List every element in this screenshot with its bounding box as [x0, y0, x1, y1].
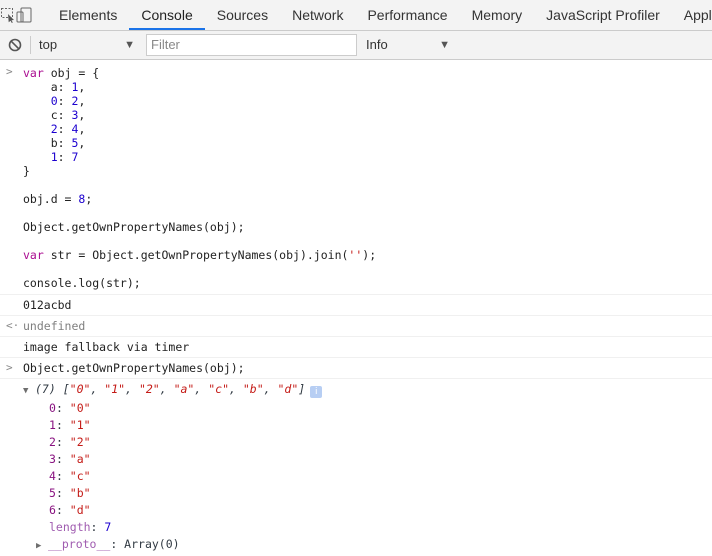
info-icon[interactable]: i — [310, 386, 323, 398]
array-summary[interactable]: ▼ (7) ["0", "1", "2", "a", "c", "b", "d"]… — [23, 382, 712, 398]
entry-value: "d" — [69, 503, 91, 517]
context-selector[interactable]: top ▼ — [35, 34, 135, 56]
console-log-message: image fallback via timer — [0, 337, 712, 358]
code-line: b: 5, — [23, 136, 86, 150]
entry-value: "1" — [69, 418, 91, 432]
code-line: 0: 2, — [50, 94, 86, 108]
array-entry: 3: "a" — [49, 452, 91, 466]
console-log-message: 012acbd — [0, 295, 712, 316]
array-entry: 6: "d" — [49, 503, 91, 517]
array-item: "d" — [277, 382, 299, 396]
entry-key: __proto__ — [48, 537, 111, 551]
tab-sources[interactable]: Sources — [205, 0, 280, 30]
tab-console[interactable]: Console — [129, 0, 205, 30]
entry-value: "2" — [69, 435, 91, 449]
array-item: "b" — [242, 382, 264, 396]
code-line: Object.getOwnPropertyNames(obj); — [23, 361, 245, 375]
device-toolbar-icon[interactable] — [16, 0, 32, 30]
console-messages: > var obj = { a: 1, 0: 2, c: 3, 2: 4, b:… — [0, 60, 712, 556]
entry-key: 0 — [49, 401, 56, 415]
entry-key: 3 — [49, 452, 56, 466]
filter-input[interactable]: Filter — [146, 34, 357, 56]
console-result-message: ▼ (7) ["0", "1", "2", "a", "c", "b", "d"]… — [0, 379, 712, 556]
code-line: console.log(str); — [23, 276, 141, 290]
tab-memory[interactable]: Memory — [460, 0, 535, 30]
entry-key: 1 — [49, 418, 56, 432]
code-line: a: 1, — [23, 80, 86, 94]
code-line: var str = Object.getOwnPropertyNames(obj… — [23, 248, 377, 262]
dropdown-arrow-icon: ▼ — [439, 39, 450, 51]
array-item: "c" — [208, 382, 229, 396]
array-length-label: (7) — [35, 382, 56, 396]
array-entry: 2: "2" — [49, 435, 91, 449]
console-result-message: <· undefined — [0, 316, 712, 337]
array-entries: 0: "0" 1: "1" 2: "2" 3: "a" 4: "c" 5: "b… — [23, 401, 712, 553]
entry-value: Array(0) — [124, 537, 180, 551]
prompt-chevron-icon: > — [6, 65, 13, 78]
devtools-tabbar: Elements Console Sources Network Perform… — [0, 0, 712, 31]
console-input-message: > var obj = { a: 1, 0: 2, c: 3, 2: 4, b:… — [0, 60, 712, 295]
proto-entry[interactable]: ▶ __proto__: Array(0) — [36, 537, 712, 553]
entry-key: 5 — [49, 486, 56, 500]
entry-key: 4 — [49, 469, 56, 483]
code-line: } — [23, 164, 30, 178]
return-value: undefined — [23, 319, 86, 333]
array-item: "1" — [104, 382, 126, 396]
code-line: c: 3, — [23, 108, 86, 122]
entry-key: length — [49, 520, 91, 534]
tab-performance[interactable]: Performance — [355, 0, 459, 30]
tab-application[interactable]: Appl — [672, 0, 712, 30]
log-output: 012acbd — [23, 298, 72, 312]
entry-value: "a" — [69, 452, 91, 466]
array-item: "0" — [69, 382, 91, 396]
inspect-element-icon[interactable] — [0, 0, 16, 30]
log-output: image fallback via timer — [23, 340, 190, 354]
prompt-chevron-icon: > — [6, 361, 13, 374]
array-entry: 0: "0" — [49, 401, 91, 415]
entry-value: "c" — [69, 469, 91, 483]
clear-console-icon[interactable] — [0, 31, 30, 59]
entry-value: 7 — [104, 520, 112, 534]
dropdown-arrow-icon: ▼ — [124, 39, 135, 51]
array-entry: 1: "1" — [49, 418, 91, 432]
array-entry: 5: "b" — [49, 486, 91, 500]
tab-elements[interactable]: Elements — [47, 0, 129, 30]
code-line: var obj = { — [23, 66, 100, 80]
entry-key: 2 — [49, 435, 56, 449]
code-line: 1: 7 — [50, 150, 79, 164]
toolbar-separator — [30, 36, 31, 54]
context-label: top — [39, 37, 58, 52]
length-entry: length: 7 — [49, 520, 112, 534]
entry-key: 6 — [49, 503, 56, 517]
result-arrow-icon: <· — [6, 319, 20, 332]
entry-value: "b" — [69, 486, 91, 500]
code-line: Object.getOwnPropertyNames(obj); — [23, 220, 245, 234]
tab-javascript-profiler[interactable]: JavaScript Profiler — [534, 0, 672, 30]
array-item: "2" — [138, 382, 160, 396]
code-line: obj.d = 8; — [23, 192, 93, 206]
console-toolbar: top ▼ Filter Info ▼ — [0, 31, 712, 60]
entry-value: "0" — [69, 401, 91, 415]
expand-triangle-icon[interactable]: ▶ — [36, 539, 48, 553]
log-levels-label: Info — [366, 37, 388, 52]
console-input-message: > Object.getOwnPropertyNames(obj); — [0, 358, 712, 379]
array-entry: 4: "c" — [49, 469, 91, 483]
tab-network[interactable]: Network — [280, 0, 355, 30]
log-levels-selector[interactable]: Info ▼ — [366, 34, 456, 56]
expand-triangle-icon[interactable]: ▼ — [23, 384, 35, 398]
code-line: 2: 4, — [50, 122, 86, 136]
array-item: "a" — [173, 382, 195, 396]
